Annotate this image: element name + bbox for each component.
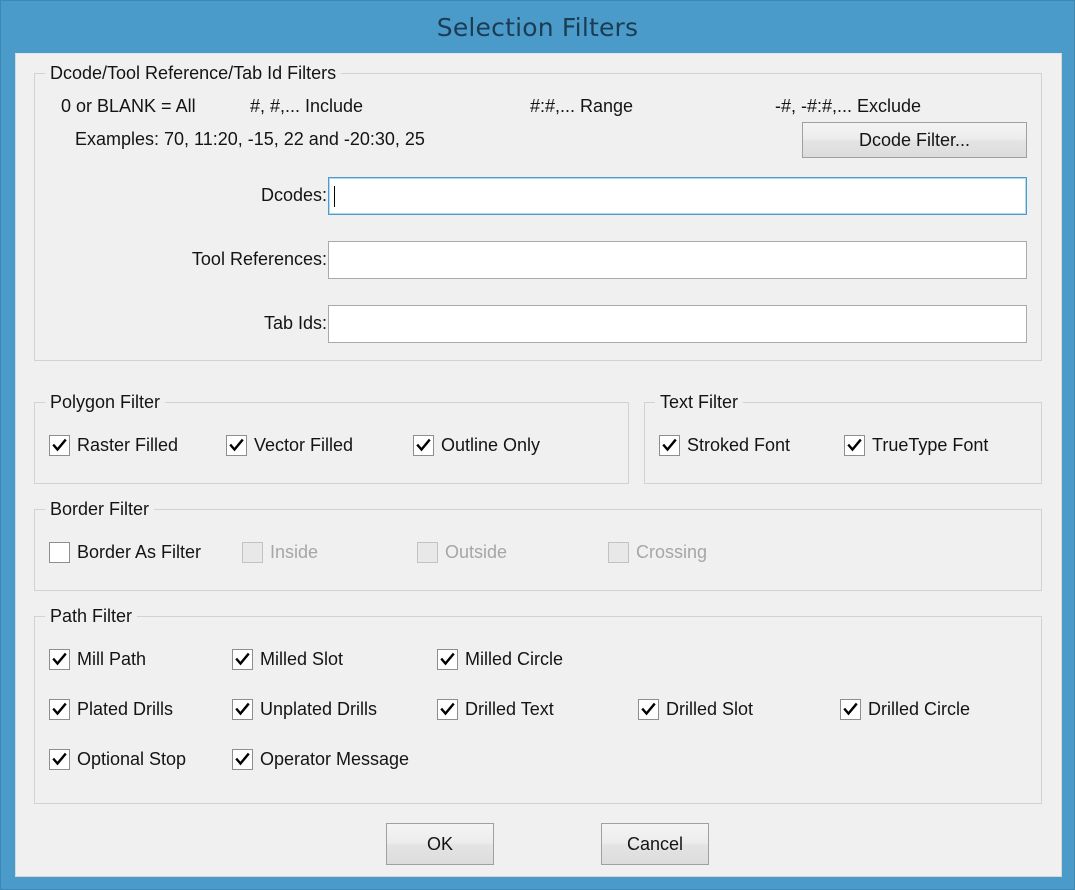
checkbox-label: TrueType Font xyxy=(872,435,988,456)
checkbox-border-as-filter[interactable]: Border As Filter xyxy=(49,542,201,563)
checkbox-box-icon xyxy=(49,649,70,670)
checkbox-label: Vector Filled xyxy=(254,435,353,456)
hint-range-label: #:#,... Range xyxy=(530,96,633,117)
checkbox-label: Mill Path xyxy=(77,649,146,670)
checkbox-plated-drills[interactable]: Plated Drills xyxy=(49,699,173,720)
checkbox-box-icon xyxy=(659,435,680,456)
checkbox-outline-only[interactable]: Outline Only xyxy=(413,435,540,456)
checkbox-box-icon xyxy=(226,435,247,456)
checkbox-crossing: Crossing xyxy=(608,542,707,563)
checkbox-label: Stroked Font xyxy=(687,435,790,456)
dcode-group-legend: Dcode/Tool Reference/Tab Id Filters xyxy=(45,63,341,84)
title-bar: Selection Filters xyxy=(1,1,1074,53)
checkbox-inside: Inside xyxy=(242,542,318,563)
text-cursor-icon xyxy=(334,186,335,207)
hint-include-label: #, #,... Include xyxy=(250,96,363,117)
ok-button[interactable]: OK xyxy=(386,823,494,865)
tool-references-label: Tool References: xyxy=(97,249,327,270)
dcodes-label: Dcodes: xyxy=(117,185,327,206)
checkbox-label: Unplated Drills xyxy=(260,699,377,720)
checkbox-box-icon xyxy=(49,699,70,720)
tool-references-input[interactable] xyxy=(328,241,1027,279)
text-filter-legend: Text Filter xyxy=(655,392,743,413)
checkbox-label: Optional Stop xyxy=(77,749,186,770)
checkbox-operator-message[interactable]: Operator Message xyxy=(232,749,409,770)
checkbox-box-icon xyxy=(232,649,253,670)
polygon-filter-legend: Polygon Filter xyxy=(45,392,165,413)
hint-exclude-label: -#, -#:#,... Exclude xyxy=(775,96,921,117)
polygon-filter-group: Polygon Filter Raster Filled Vector Fill… xyxy=(34,402,629,484)
checkbox-box-icon xyxy=(844,435,865,456)
checkbox-label: Milled Slot xyxy=(260,649,343,670)
tab-ids-input[interactable] xyxy=(328,305,1027,343)
checkbox-label: Inside xyxy=(270,542,318,563)
checkbox-label: Drilled Text xyxy=(465,699,554,720)
checkbox-box-icon xyxy=(49,435,70,456)
dialog-client-area: Dcode/Tool Reference/Tab Id Filters 0 or… xyxy=(15,53,1062,877)
hint-all-label: 0 or BLANK = All xyxy=(61,96,196,117)
checkbox-truetype-font[interactable]: TrueType Font xyxy=(844,435,988,456)
checkbox-box-icon xyxy=(232,749,253,770)
checkbox-box-icon xyxy=(608,542,629,563)
checkbox-label: Drilled Slot xyxy=(666,699,753,720)
checkbox-box-icon xyxy=(49,542,70,563)
checkbox-label: Crossing xyxy=(636,542,707,563)
cancel-button[interactable]: Cancel xyxy=(601,823,709,865)
tab-ids-label: Tab Ids: xyxy=(117,313,327,334)
checkbox-drilled-text[interactable]: Drilled Text xyxy=(437,699,554,720)
checkbox-mill-path[interactable]: Mill Path xyxy=(49,649,146,670)
border-filter-group: Border Filter Border As Filter Inside Ou… xyxy=(34,509,1042,591)
checkbox-milled-circle[interactable]: Milled Circle xyxy=(437,649,563,670)
checkbox-milled-slot[interactable]: Milled Slot xyxy=(232,649,343,670)
page-title: Selection Filters xyxy=(437,13,639,42)
checkbox-label: Drilled Circle xyxy=(868,699,970,720)
checkbox-label: Milled Circle xyxy=(465,649,563,670)
checkbox-label: Outside xyxy=(445,542,507,563)
selection-filters-dialog: Selection Filters Dcode/Tool Reference/T… xyxy=(0,0,1075,890)
checkbox-vector-filled[interactable]: Vector Filled xyxy=(226,435,353,456)
checkbox-label: Plated Drills xyxy=(77,699,173,720)
border-filter-legend: Border Filter xyxy=(45,499,154,520)
dcodes-input[interactable] xyxy=(328,177,1027,215)
checkbox-box-icon xyxy=(232,699,253,720)
examples-label: Examples: 70, 11:20, -15, 22 and -20:30,… xyxy=(75,129,425,150)
checkbox-drilled-circle[interactable]: Drilled Circle xyxy=(840,699,970,720)
path-filter-group: Path Filter Mill Path Milled Slot Milled… xyxy=(34,616,1042,804)
checkbox-raster-filled[interactable]: Raster Filled xyxy=(49,435,178,456)
checkbox-box-icon xyxy=(49,749,70,770)
dcode-filter-button[interactable]: Dcode Filter... xyxy=(802,122,1027,158)
checkbox-box-icon xyxy=(437,699,458,720)
checkbox-box-icon xyxy=(638,699,659,720)
checkbox-optional-stop[interactable]: Optional Stop xyxy=(49,749,186,770)
checkbox-box-icon xyxy=(840,699,861,720)
checkbox-box-icon xyxy=(413,435,434,456)
checkbox-box-icon xyxy=(242,542,263,563)
checkbox-box-icon xyxy=(437,649,458,670)
checkbox-label: Raster Filled xyxy=(77,435,178,456)
checkbox-unplated-drills[interactable]: Unplated Drills xyxy=(232,699,377,720)
checkbox-outside: Outside xyxy=(417,542,507,563)
checkbox-label: Outline Only xyxy=(441,435,540,456)
text-filter-group: Text Filter Stroked Font TrueType Font xyxy=(644,402,1042,484)
checkbox-label: Operator Message xyxy=(260,749,409,770)
checkbox-box-icon xyxy=(417,542,438,563)
checkbox-label: Border As Filter xyxy=(77,542,201,563)
path-filter-legend: Path Filter xyxy=(45,606,137,627)
dcode-tool-tab-filters-group: Dcode/Tool Reference/Tab Id Filters 0 or… xyxy=(34,73,1042,361)
checkbox-stroked-font[interactable]: Stroked Font xyxy=(659,435,790,456)
checkbox-drilled-slot[interactable]: Drilled Slot xyxy=(638,699,753,720)
